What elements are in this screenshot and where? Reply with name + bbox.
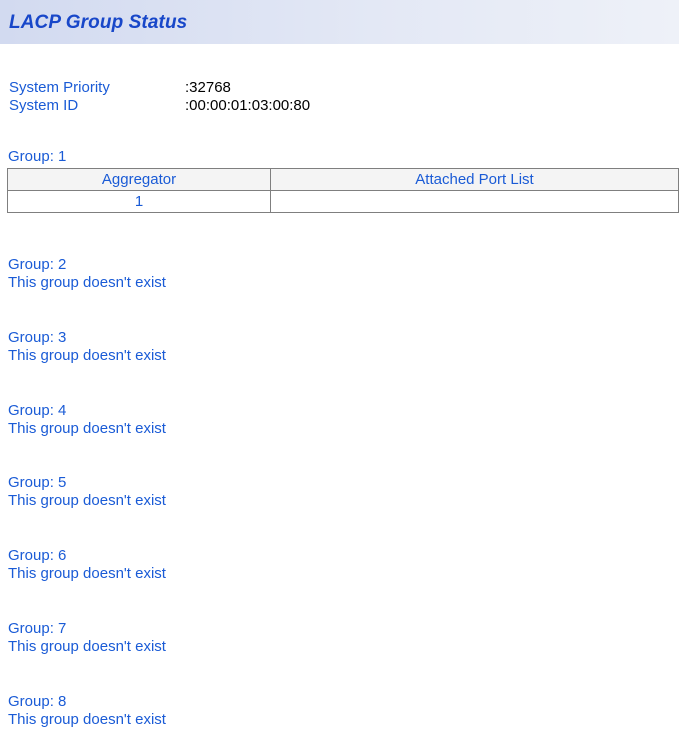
system-priority-value: 32768 — [189, 79, 231, 96]
group-5-message: This group doesn't exist — [8, 492, 166, 509]
table-header-row: Aggregator Attached Port List — [7, 168, 679, 191]
column-header-attached-port-list: Attached Port List — [270, 168, 679, 191]
group-6-label: Group: 6 — [8, 547, 67, 564]
group-3-message: This group doesn't exist — [8, 347, 166, 364]
group-8-message: This group doesn't exist — [8, 711, 166, 728]
system-priority-label: System Priority — [9, 79, 110, 96]
group-2-message: This group doesn't exist — [8, 274, 166, 291]
group-7-label: Group: 7 — [8, 620, 67, 637]
group-2-label: Group: 2 — [8, 256, 67, 273]
page-header: LACP Group Status — [0, 0, 679, 44]
group-4-label: Group: 4 — [8, 402, 67, 419]
group-3-label: Group: 3 — [8, 329, 67, 346]
group-6-message: This group doesn't exist — [8, 565, 166, 582]
page-title: LACP Group Status — [9, 12, 188, 33]
group-8-label: Group: 8 — [8, 693, 67, 710]
group-7-message: This group doesn't exist — [8, 638, 166, 655]
system-id-value: 00:00:01:03:00:80 — [189, 97, 311, 114]
column-header-aggregator: Aggregator — [7, 168, 271, 191]
table-row: 1 — [7, 190, 679, 213]
aggregator-cell: 1 — [7, 190, 271, 213]
group-1-table: Aggregator Attached Port List 1 — [7, 168, 679, 213]
system-id-row: System ID:00:00:01:03:00:80 — [9, 97, 310, 115]
system-id-label: System ID — [9, 97, 79, 114]
system-priority-row: System Priority:32768 — [9, 79, 231, 97]
attached-port-list-cell — [270, 190, 679, 213]
group-5-label: Group: 5 — [8, 474, 67, 491]
group-4-message: This group doesn't exist — [8, 420, 166, 437]
group-1-label: Group: 1 — [8, 148, 67, 165]
